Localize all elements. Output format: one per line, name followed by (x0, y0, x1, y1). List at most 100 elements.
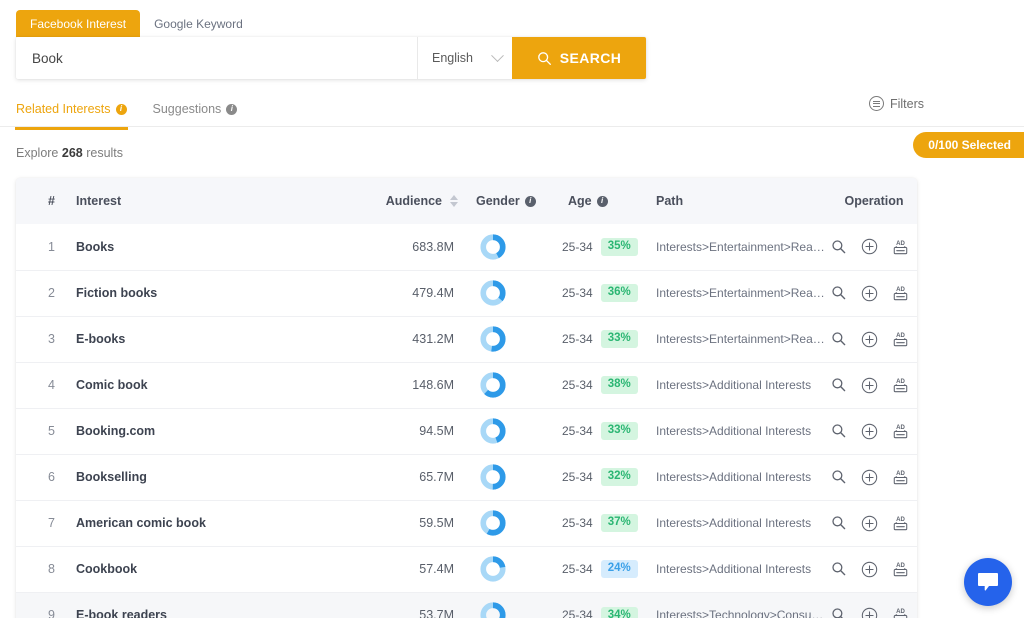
cell-path: Interests>Entertainment>Rea… (656, 239, 825, 254)
table-row[interactable]: 8 Cookbook 57.4M 25-34 24% Interests>Addition… (16, 546, 917, 592)
search-icon[interactable] (831, 377, 847, 393)
svg-text:AD: AD (896, 425, 905, 431)
age-range-label: 25-34 (562, 470, 593, 484)
col-path: Path (656, 178, 831, 224)
cell-gender (476, 592, 556, 618)
gender-donut-chart (480, 602, 506, 618)
cell-audience: 59.5M (419, 516, 454, 530)
search-bar: English SEARCH (16, 37, 646, 79)
cell-age: 25-34 34% (556, 592, 656, 618)
cell-audience: 57.4M (419, 562, 454, 576)
cell-path: Interests>Technology>Consu… (656, 608, 824, 618)
svg-text:AD: AD (896, 333, 905, 339)
search-icon[interactable] (831, 469, 847, 485)
tab-google-keyword[interactable]: Google Keyword (140, 10, 257, 37)
table-row[interactable]: 4 Comic book 148.6M 25-34 38% Interests>Addit… (16, 362, 917, 408)
ad-icon[interactable]: AD (892, 560, 909, 578)
search-icon[interactable] (831, 331, 847, 347)
age-range-label: 25-34 (562, 562, 593, 576)
col-gender: Gender i (476, 178, 556, 224)
chevron-down-icon (491, 48, 504, 62)
plus-circle-icon[interactable] (861, 285, 878, 302)
search-button[interactable]: SEARCH (512, 37, 646, 79)
plus-circle-icon[interactable] (861, 607, 878, 618)
table-row[interactable]: 7 American comic book 59.5M 25-34 37% Interes… (16, 500, 917, 546)
ad-icon[interactable]: AD (892, 376, 909, 394)
cell-age: 25-34 33% (556, 408, 656, 454)
ad-icon[interactable]: AD (892, 514, 909, 532)
gender-donut-chart (480, 234, 506, 260)
cell-interest[interactable]: Bookselling (76, 454, 366, 500)
col-interest-label: Interest (76, 194, 122, 208)
col-audience[interactable]: Audience (366, 178, 476, 224)
table-row[interactable]: 1 Books 683.8M 25-34 35% Interests>Entertainm… (16, 224, 917, 270)
col-index-label: # (48, 194, 55, 208)
age-range-label: 25-34 (562, 286, 593, 300)
plus-circle-icon[interactable] (861, 331, 878, 348)
cell-interest[interactable]: Cookbook (76, 546, 366, 592)
cell-interest[interactable]: Fiction books (76, 270, 366, 316)
cell-gender (476, 546, 556, 592)
search-input[interactable] (16, 37, 417, 79)
product-tabs: Facebook Interest Google Keyword (16, 10, 257, 37)
search-icon[interactable] (831, 515, 847, 531)
cell-audience: 65.7M (419, 470, 454, 484)
cell-audience: 148.6M (412, 378, 454, 392)
page-root: Facebook Interest Google Keyword English… (0, 0, 1024, 618)
search-icon[interactable] (831, 285, 847, 301)
ad-icon[interactable]: AD (892, 238, 909, 256)
svg-text:AD: AD (896, 471, 905, 477)
tab-suggestions[interactable]: Suggestions i (153, 92, 238, 126)
plus-circle-icon[interactable] (861, 515, 878, 532)
info-icon[interactable]: i (596, 195, 608, 207)
language-select[interactable]: English (417, 37, 512, 79)
selected-count-label: 0/100 Selected (928, 138, 1011, 152)
col-age-label: Age (568, 194, 592, 208)
tab-related-interests[interactable]: Related Interests i (15, 92, 127, 130)
language-select-value: English (432, 51, 473, 65)
plus-circle-icon[interactable] (861, 377, 878, 394)
search-icon[interactable] (831, 607, 847, 618)
ad-icon[interactable]: AD (892, 606, 909, 618)
table-row[interactable]: 2 Fiction books 479.4M 25-34 36% Interests>En… (16, 270, 917, 316)
cell-index: 2 (48, 286, 55, 300)
info-icon[interactable]: i (115, 103, 127, 115)
ad-icon[interactable]: AD (892, 422, 909, 440)
cell-interest[interactable]: Books (76, 224, 366, 270)
ad-icon[interactable]: AD (892, 468, 909, 486)
info-icon[interactable]: i (226, 103, 238, 115)
cell-interest[interactable]: E-book readers (76, 592, 366, 618)
search-icon[interactable] (831, 423, 847, 439)
selected-count-badge[interactable]: 0/100 Selected (913, 132, 1024, 158)
plus-circle-icon[interactable] (861, 561, 878, 578)
table-row[interactable]: 6 Bookselling 65.7M 25-34 32% Interests>Addit… (16, 454, 917, 500)
cell-gender (476, 362, 556, 408)
table-row[interactable]: 5 Booking.com 94.5M 25-34 33% Interests>Addit… (16, 408, 917, 454)
col-operation: Operation (831, 178, 917, 224)
cell-interest[interactable]: Comic book (76, 362, 366, 408)
plus-circle-icon[interactable] (861, 238, 878, 255)
table-body: 1 Books 683.8M 25-34 35% Interests>Entertainm… (16, 224, 917, 618)
tab-facebook-interest[interactable]: Facebook Interest (16, 10, 141, 37)
age-percent-badge: 32% (600, 468, 638, 486)
gender-donut-chart (480, 464, 506, 490)
plus-circle-icon[interactable] (861, 423, 878, 440)
cell-interest[interactable]: Booking.com (76, 408, 366, 454)
table-row[interactable]: 9 E-book readers 53.7M 25-34 34% Interests>Te… (16, 592, 917, 618)
search-icon[interactable] (831, 561, 847, 577)
results-count: Explore 268 results (16, 146, 123, 160)
filters-button[interactable]: Filters (868, 96, 924, 111)
chat-widget-button[interactable] (964, 558, 1012, 606)
chat-bubble-icon (978, 573, 998, 591)
info-icon[interactable]: i (524, 195, 536, 207)
search-icon[interactable] (831, 239, 847, 255)
cell-age: 25-34 24% (556, 546, 656, 592)
table-row[interactable]: 3 E-books 431.2M 25-34 33% Interests>Entertai… (16, 316, 917, 362)
ad-icon[interactable]: AD (892, 330, 909, 348)
cell-path: Interests>Additional Interests (656, 470, 812, 484)
sort-icon[interactable] (450, 195, 458, 207)
ad-icon[interactable]: AD (892, 284, 909, 302)
plus-circle-icon[interactable] (861, 469, 878, 486)
cell-interest[interactable]: E-books (76, 316, 366, 362)
cell-interest[interactable]: American comic book (76, 500, 366, 546)
